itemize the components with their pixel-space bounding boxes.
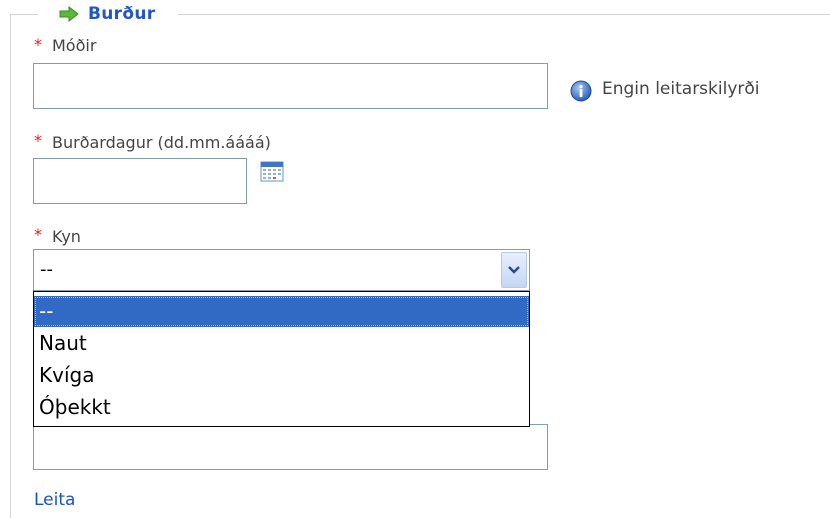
kyn-selected-value: -- — [40, 259, 53, 280]
dropdown-button[interactable] — [501, 252, 527, 288]
kyn-dropdown-list: -- Naut Kvíga Óþekkt — [33, 291, 530, 427]
required-marker: * — [34, 35, 42, 54]
fieldset-legend: Burður — [52, 2, 160, 26]
required-marker: * — [34, 225, 42, 244]
chevron-down-icon — [508, 266, 520, 274]
required-marker: * — [34, 131, 42, 150]
green-arrow-right-icon — [59, 6, 79, 22]
kyn-option[interactable]: Kvíga — [34, 360, 529, 391]
burdardagur-label: Burðardagur (dd.mm.áááá) — [52, 133, 271, 152]
kyn-option[interactable]: Naut — [34, 328, 529, 359]
extra-input[interactable] — [33, 424, 548, 470]
kyn-select[interactable]: -- — [33, 249, 530, 291]
info-text: Engin leitarskilyrði — [602, 79, 760, 99]
legend-title: Burður — [88, 4, 156, 24]
modir-input[interactable] — [33, 63, 548, 109]
kyn-option[interactable]: -- — [34, 296, 529, 327]
modir-label: Móðir — [52, 36, 97, 55]
fieldset-border-top-right — [178, 14, 830, 15]
fieldset-border-top — [10, 14, 38, 15]
info-icon — [570, 80, 592, 102]
fieldset-border-left — [10, 14, 11, 518]
calendar-icon[interactable] — [260, 160, 284, 182]
search-link[interactable]: Leita — [34, 490, 75, 510]
kyn-option[interactable]: Óþekkt — [34, 392, 529, 423]
burdardagur-input[interactable] — [33, 158, 247, 204]
kyn-label: Kyn — [52, 227, 81, 246]
form-page: Burður * Móðir Engin leitarskilyrði * Bu… — [0, 0, 830, 518]
